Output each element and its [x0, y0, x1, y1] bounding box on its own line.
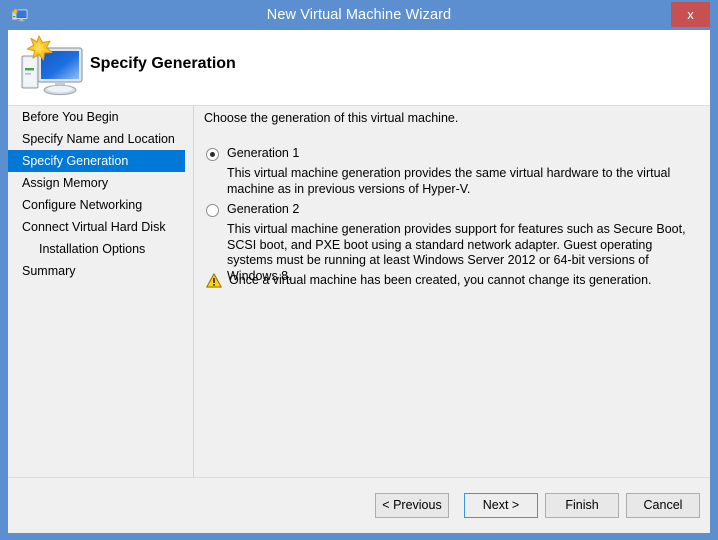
- footer-bar: < Previous Next > Finish Cancel: [8, 477, 710, 533]
- warning-text: Once a virtual machine has been created,…: [229, 273, 652, 287]
- warning-triangle-icon: [206, 273, 222, 288]
- radio-generation-2[interactable]: [206, 204, 219, 217]
- sidebar-item-specify-generation[interactable]: Specify Generation: [8, 150, 185, 172]
- next-button[interactable]: Next >: [464, 493, 538, 518]
- sidebar-item-specify-name-and-location[interactable]: Specify Name and Location: [8, 128, 185, 150]
- close-icon[interactable]: x: [671, 2, 710, 27]
- computer-new-icon: [18, 34, 90, 100]
- wizard-steps-nav: Before You Begin Specify Name and Locati…: [8, 106, 185, 477]
- content-pane: Choose the generation of this virtual ma…: [204, 106, 700, 477]
- generation-1-description: This virtual machine generation provides…: [227, 166, 671, 196]
- page-header: Specify Generation: [8, 30, 710, 106]
- window-title: New Virtual Machine Wizard: [266, 7, 452, 23]
- radio-generation-1[interactable]: [206, 148, 219, 161]
- previous-button[interactable]: < Previous: [375, 493, 449, 518]
- finish-button[interactable]: Finish: [545, 493, 619, 518]
- sidebar-item-before-you-begin[interactable]: Before You Begin: [8, 106, 185, 128]
- generation-2-label[interactable]: Generation 2: [227, 202, 299, 216]
- page-title: Specify Generation: [90, 55, 236, 72]
- sidebar-item-summary[interactable]: Summary: [8, 260, 185, 282]
- sidebar-divider: [193, 106, 194, 477]
- intro-text: Choose the generation of this virtual ma…: [204, 111, 459, 125]
- title-bar: New Virtual Machine Wizard x: [0, 0, 718, 30]
- wizard-window: New Virtual Machine Wizard x Specify Gen…: [0, 0, 718, 540]
- cancel-button[interactable]: Cancel: [626, 493, 700, 518]
- body-area: Before You Begin Specify Name and Locati…: [8, 106, 710, 477]
- sidebar-item-configure-networking[interactable]: Configure Networking: [8, 194, 185, 216]
- sidebar-item-installation-options[interactable]: Installation Options: [8, 238, 185, 260]
- client-area: Specify Generation Before You Begin Spec…: [8, 30, 710, 533]
- sidebar-item-assign-memory[interactable]: Assign Memory: [8, 172, 185, 194]
- sidebar-item-connect-virtual-hard-disk[interactable]: Connect Virtual Hard Disk: [8, 216, 185, 238]
- generation-1-label[interactable]: Generation 1: [227, 146, 299, 160]
